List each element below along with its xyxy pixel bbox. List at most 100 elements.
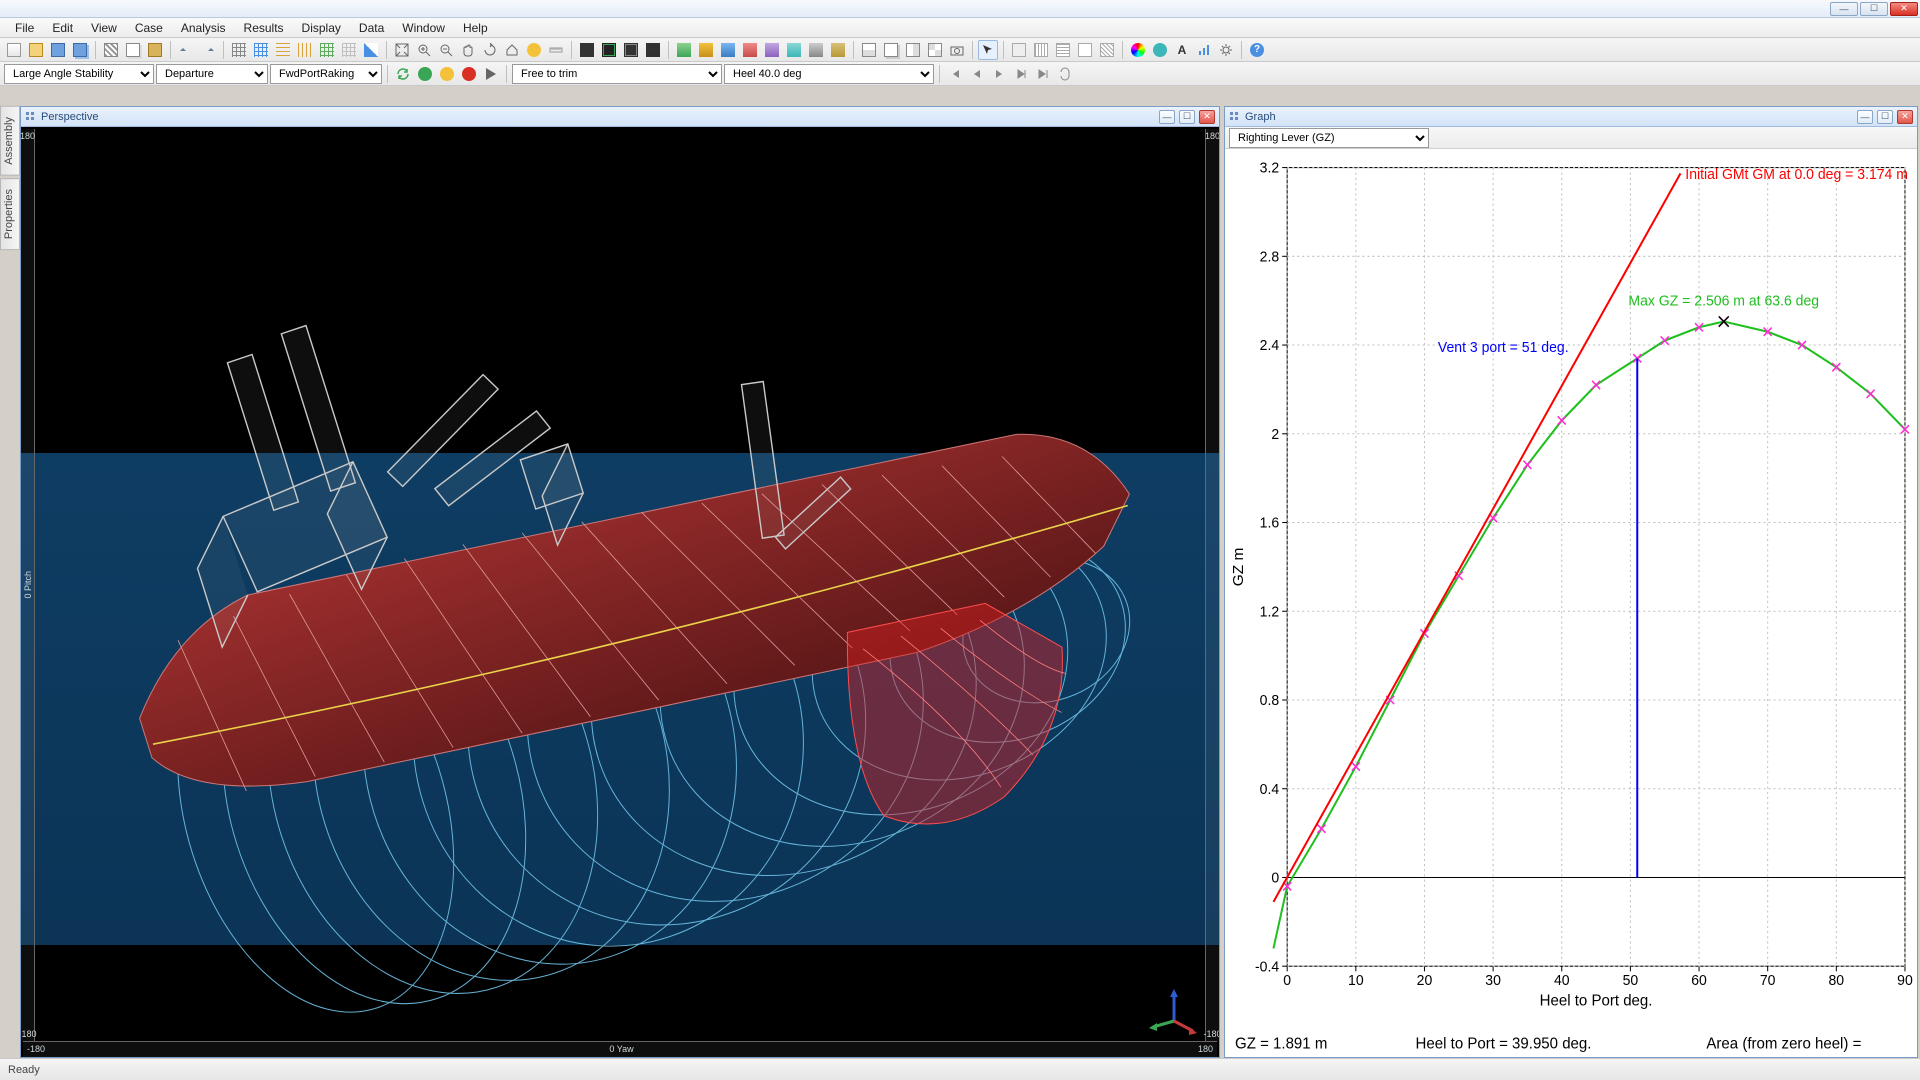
- grid-button-4[interactable]: [295, 40, 315, 60]
- menu-help[interactable]: Help: [454, 18, 497, 38]
- grid-button-3[interactable]: [273, 40, 293, 60]
- window-grid-button[interactable]: [925, 40, 945, 60]
- color-palette-button[interactable]: [1150, 40, 1170, 60]
- step-button[interactable]: [481, 64, 501, 84]
- anim-next-button[interactable]: [1011, 64, 1031, 84]
- svg-text:Initial GMt GM at 0.0 deg = 3.: Initial GMt GM at 0.0 deg = 3.174 m: [1685, 167, 1908, 183]
- measure-button[interactable]: [546, 40, 566, 60]
- panel-maximize-button[interactable]: ☐: [1179, 110, 1195, 124]
- gz-plot[interactable]: 0102030405060708090-0.400.40.81.21.622.4…: [1225, 149, 1917, 1057]
- display-shaded-button[interactable]: [577, 40, 597, 60]
- menu-edit[interactable]: Edit: [43, 18, 82, 38]
- zoom-extents-button[interactable]: [392, 40, 412, 60]
- tank-btn-5[interactable]: [762, 40, 782, 60]
- svg-text:GZ m: GZ m: [1230, 548, 1247, 587]
- perspective-titlebar[interactable]: Perspective — ☐ ✕: [21, 107, 1219, 127]
- tank-btn-1[interactable]: [674, 40, 694, 60]
- camera-button[interactable]: [947, 40, 967, 60]
- menu-data[interactable]: Data: [350, 18, 393, 38]
- chart-button[interactable]: [1194, 40, 1214, 60]
- refresh-button[interactable]: [393, 64, 413, 84]
- zoom-out-button[interactable]: [436, 40, 456, 60]
- menu-results[interactable]: Results: [235, 18, 293, 38]
- panel-maximize-button[interactable]: ☐: [1877, 110, 1893, 124]
- window-tile-button[interactable]: [859, 40, 879, 60]
- anim-prev-button[interactable]: [967, 64, 987, 84]
- settings-button[interactable]: [1216, 40, 1236, 60]
- display-hidden-button[interactable]: [621, 40, 641, 60]
- stop-button[interactable]: [459, 64, 479, 84]
- panel-close-button[interactable]: ✕: [1897, 110, 1913, 124]
- menu-window[interactable]: Window: [393, 18, 454, 38]
- menu-analysis[interactable]: Analysis: [172, 18, 235, 38]
- tank-btn-6[interactable]: [784, 40, 804, 60]
- panel-minimize-button[interactable]: —: [1159, 110, 1175, 124]
- help-button[interactable]: ?: [1247, 40, 1267, 60]
- graph-quantity-select[interactable]: Righting Lever (GZ): [1229, 128, 1429, 148]
- toolbar-separator: [1241, 41, 1242, 59]
- anim-play-button[interactable]: [989, 64, 1009, 84]
- display-wireframe-button[interactable]: [599, 40, 619, 60]
- layer-btn-5[interactable]: [1097, 40, 1117, 60]
- color-spectrum-button[interactable]: [1128, 40, 1148, 60]
- pointer-active-button[interactable]: [978, 40, 998, 60]
- tank-btn-4[interactable]: [740, 40, 760, 60]
- window-maximize-button[interactable]: ☐: [1860, 2, 1888, 16]
- paste-button[interactable]: [145, 40, 165, 60]
- analysis-type-select[interactable]: Large Angle Stability: [4, 64, 154, 84]
- undo-button[interactable]: [176, 40, 196, 60]
- pause-button[interactable]: [437, 64, 457, 84]
- menu-case[interactable]: Case: [126, 18, 172, 38]
- grid-button-2[interactable]: [251, 40, 271, 60]
- loadcase-select[interactable]: Departure: [156, 64, 268, 84]
- anim-begin-button[interactable]: [945, 64, 965, 84]
- damage-case-select[interactable]: FwdPortRaking: [270, 64, 382, 84]
- anim-loop-button[interactable]: [1055, 64, 1075, 84]
- tank-btn-3[interactable]: [718, 40, 738, 60]
- grid-button-7[interactable]: [361, 40, 381, 60]
- anim-end-button[interactable]: [1033, 64, 1053, 84]
- layer-btn-2[interactable]: [1031, 40, 1051, 60]
- menu-file[interactable]: File: [6, 18, 43, 38]
- window-minimize-button[interactable]: —: [1830, 2, 1858, 16]
- graph-titlebar[interactable]: Graph — ☐ ✕: [1225, 107, 1917, 127]
- svg-text:Heel to Port = 39.950 deg.: Heel to Port = 39.950 deg.: [1416, 1036, 1592, 1053]
- panel-minimize-button[interactable]: —: [1857, 110, 1873, 124]
- menu-display[interactable]: Display: [293, 18, 350, 38]
- sidetab-assembly[interactable]: Assembly: [0, 106, 20, 176]
- open-file-button[interactable]: [26, 40, 46, 60]
- home-view-button[interactable]: [502, 40, 522, 60]
- display-ghosted-button[interactable]: [643, 40, 663, 60]
- save-button[interactable]: [48, 40, 68, 60]
- redo-button[interactable]: [198, 40, 218, 60]
- sidetab-properties[interactable]: Properties: [0, 178, 20, 250]
- viewport-3d[interactable]: 180 0 Pitch -180 180 -180 -180 0 Yaw 180: [21, 127, 1219, 1057]
- layer-btn-4[interactable]: [1075, 40, 1095, 60]
- run-button[interactable]: [415, 64, 435, 84]
- render-button[interactable]: [524, 40, 544, 60]
- grid-button-1[interactable]: [229, 40, 249, 60]
- pan-button[interactable]: [458, 40, 478, 60]
- layer-btn-1[interactable]: [1009, 40, 1029, 60]
- menu-view[interactable]: View: [82, 18, 126, 38]
- grid-button-5[interactable]: [317, 40, 337, 60]
- tank-btn-2[interactable]: [696, 40, 716, 60]
- cut-button[interactable]: [101, 40, 121, 60]
- layer-btn-3[interactable]: [1053, 40, 1073, 60]
- tank-btn-8[interactable]: [828, 40, 848, 60]
- window-close-button[interactable]: ✕: [1890, 2, 1918, 16]
- heel-select[interactable]: Heel 40.0 deg: [724, 64, 934, 84]
- rotate-button[interactable]: [480, 40, 500, 60]
- window-cascade-button[interactable]: [881, 40, 901, 60]
- copy-button[interactable]: [123, 40, 143, 60]
- trim-select[interactable]: Free to trim: [512, 64, 722, 84]
- panel-close-button[interactable]: ✕: [1199, 110, 1215, 124]
- tank-btn-7[interactable]: [806, 40, 826, 60]
- window-split-button[interactable]: [903, 40, 923, 60]
- text-button[interactable]: A: [1172, 40, 1192, 60]
- svg-text:50: 50: [1623, 973, 1639, 989]
- save-all-button[interactable]: [70, 40, 90, 60]
- zoom-in-button[interactable]: [414, 40, 434, 60]
- new-file-button[interactable]: [4, 40, 24, 60]
- grid-button-6[interactable]: [339, 40, 359, 60]
